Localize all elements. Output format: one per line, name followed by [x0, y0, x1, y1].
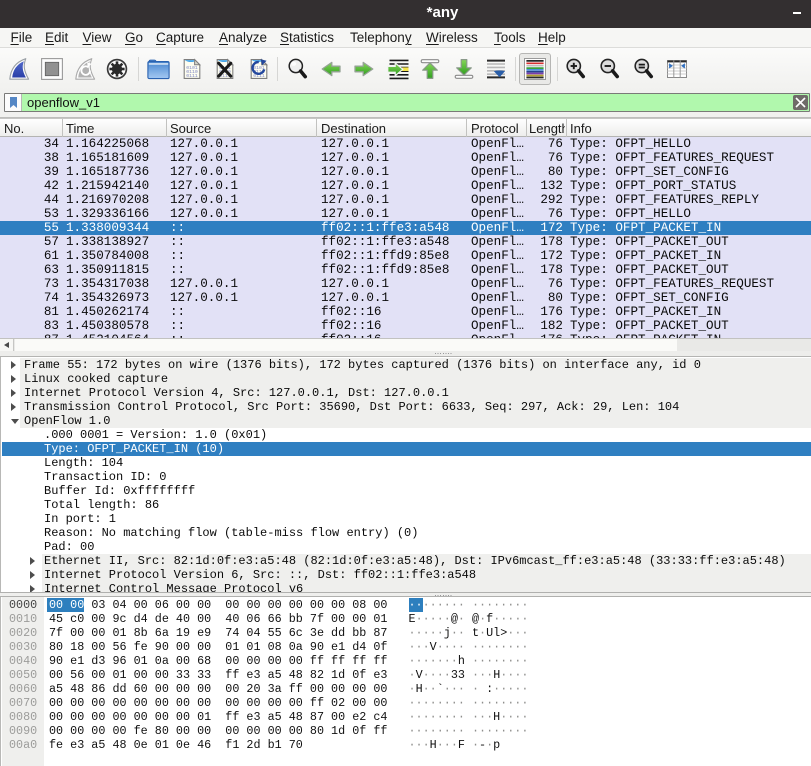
- svg-text:0111: 0111: [186, 73, 198, 79]
